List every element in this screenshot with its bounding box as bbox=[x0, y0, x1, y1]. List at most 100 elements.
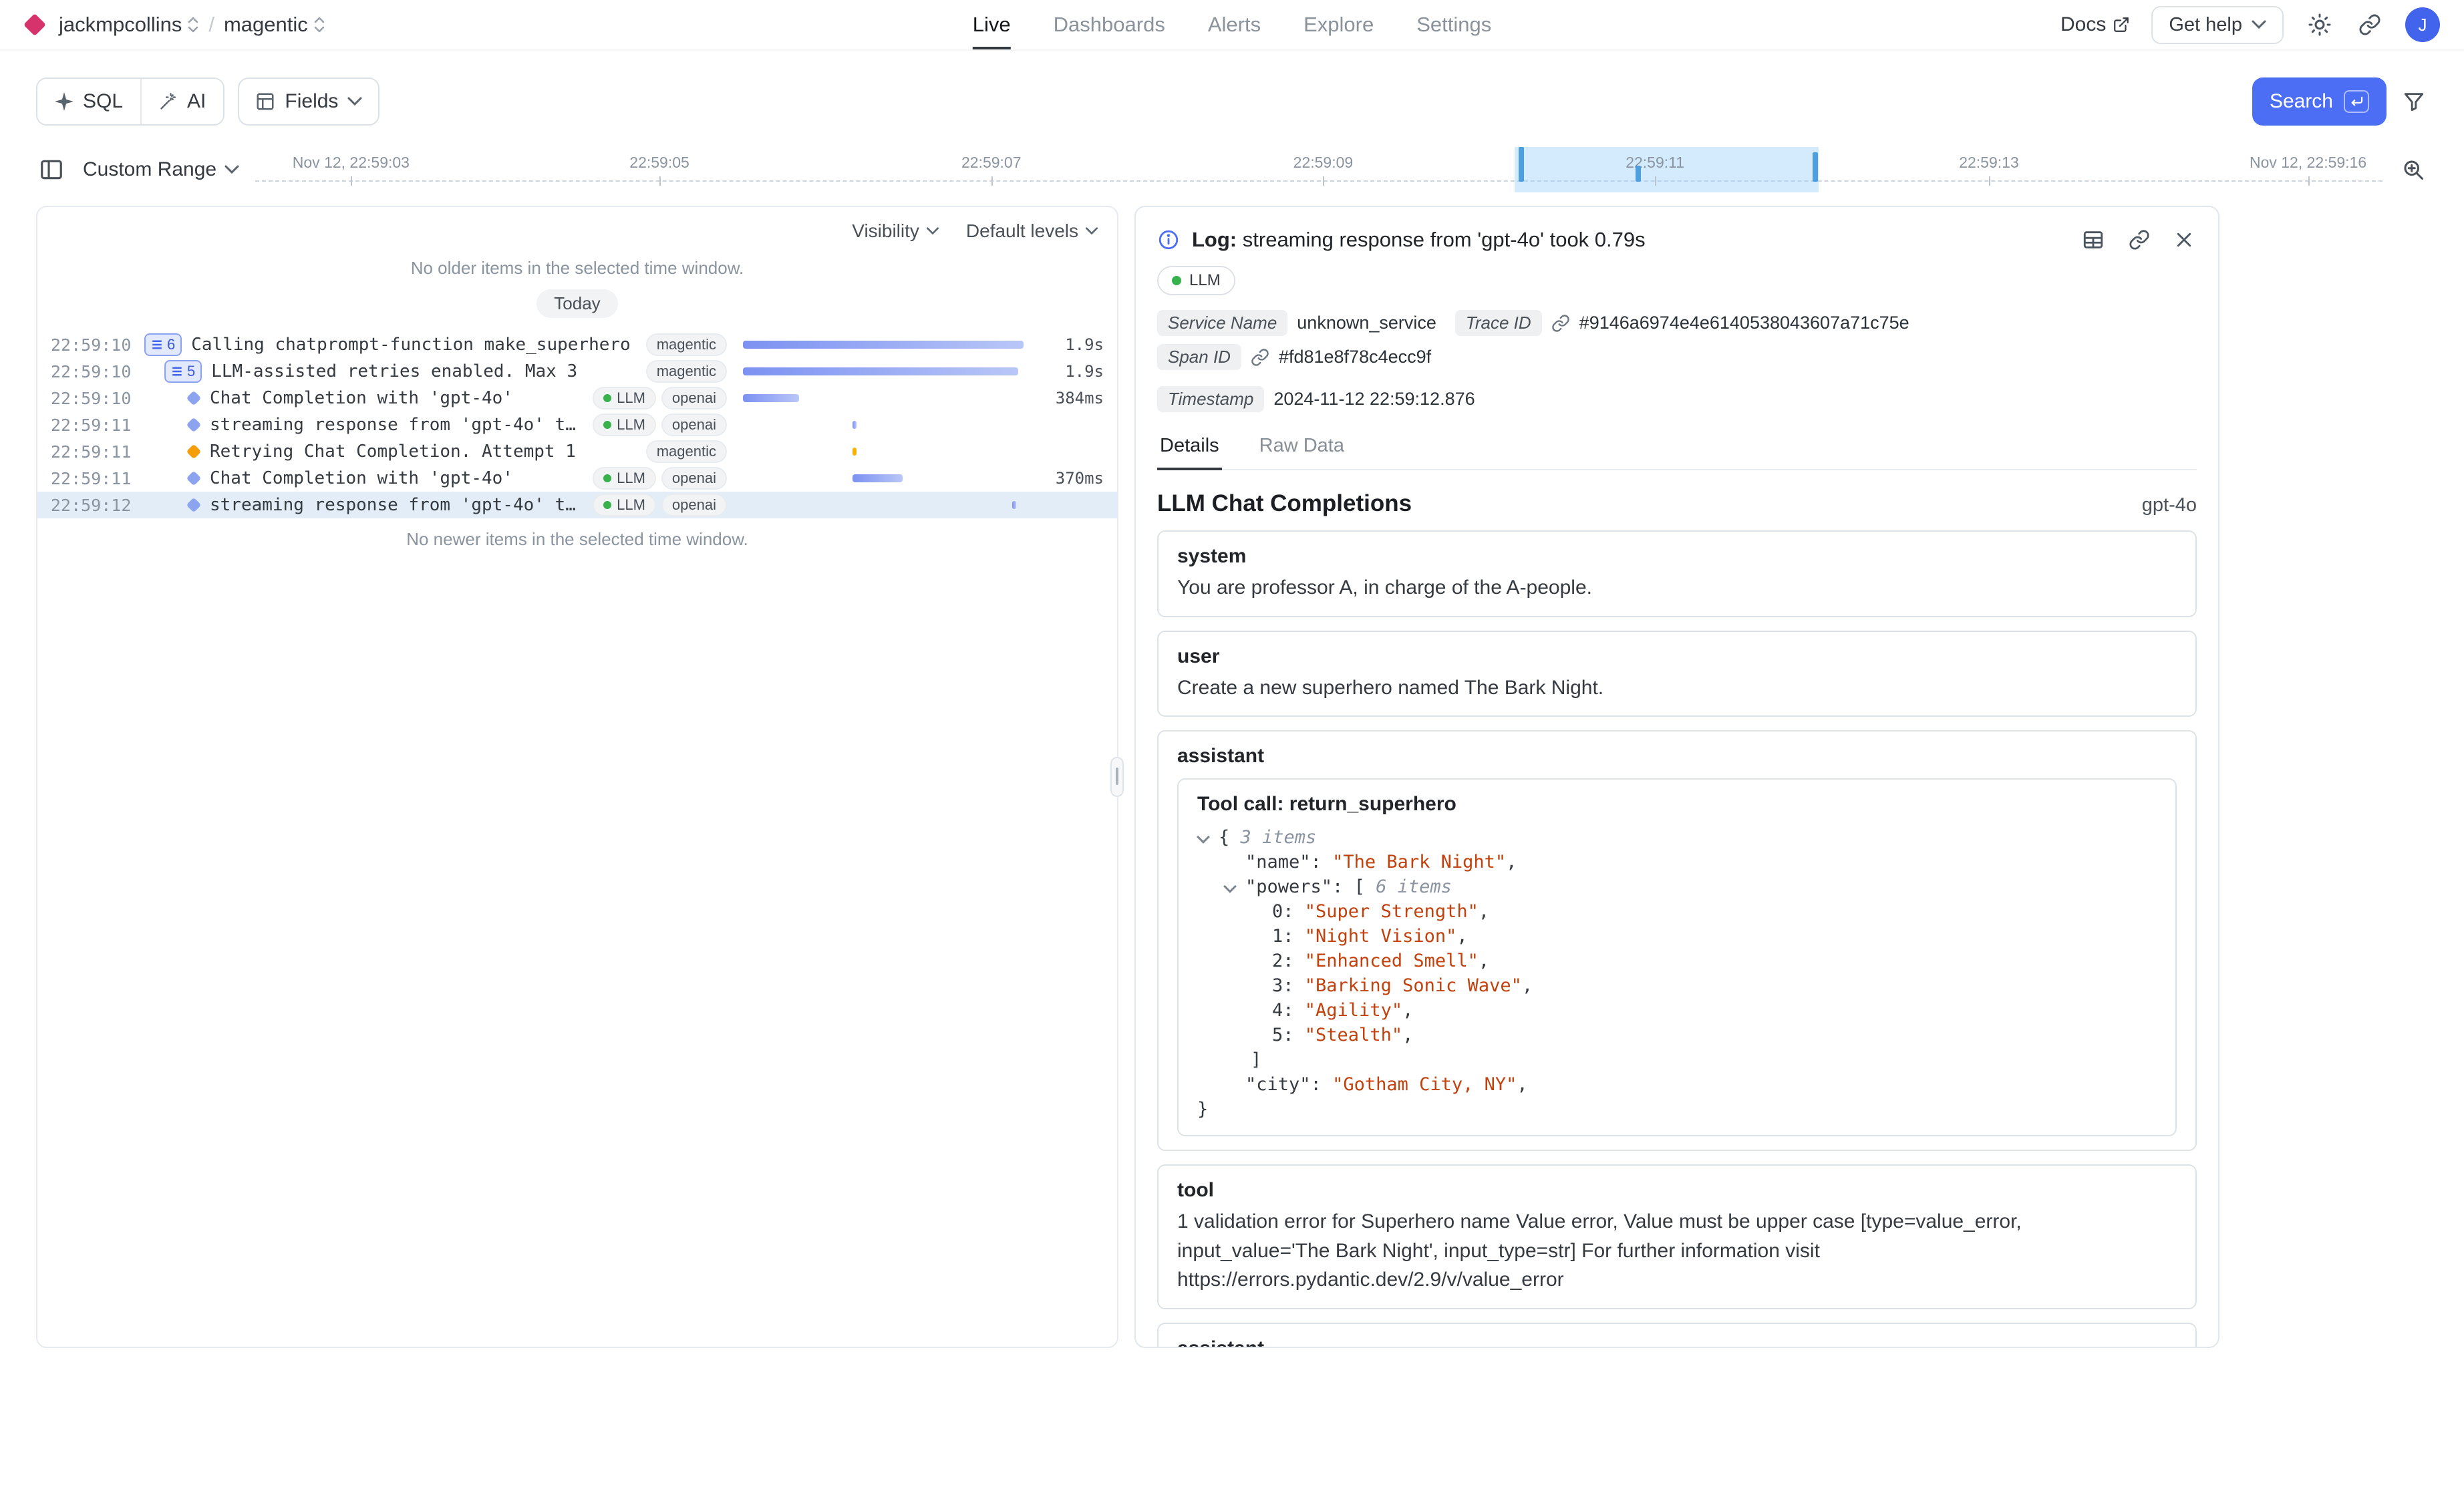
sort-updown-icon bbox=[313, 15, 325, 34]
log-row[interactable]: 22:59:106Calling chatprompt-function mak… bbox=[37, 331, 1117, 358]
log-time: 22:59:12 bbox=[51, 496, 134, 515]
org-switcher[interactable]: jackmpcollins bbox=[59, 13, 199, 37]
tag-openai: openai bbox=[661, 387, 727, 409]
message-role: assistant bbox=[1177, 1337, 2177, 1349]
tab-live[interactable]: Live bbox=[973, 0, 1011, 49]
sql-button[interactable]: SQL bbox=[37, 79, 140, 124]
collapse-caret-icon[interactable] bbox=[1197, 830, 1210, 844]
log-row-main: 5LLM-assisted retries enabled. Max 3 bbox=[144, 360, 635, 383]
log-row[interactable]: 22:59:11Retrying Chat Completion. Attemp… bbox=[37, 438, 1117, 465]
table-view-button[interactable] bbox=[2079, 226, 2107, 254]
zoom-button[interactable] bbox=[2399, 155, 2428, 184]
panel-left-icon bbox=[39, 157, 64, 182]
log-row[interactable]: 22:59:11streaming response from 'gpt-4o'… bbox=[37, 411, 1117, 438]
span-duration: 1.9s bbox=[1034, 362, 1104, 381]
timeline-tick-label: 22:59:07 bbox=[961, 154, 1022, 172]
link-icon bbox=[1551, 314, 1570, 333]
detail-panel: Log: streaming response from 'gpt-4o' to… bbox=[1134, 206, 2219, 1348]
log-list-panel: Visibility Default levels No older items… bbox=[36, 206, 1118, 1348]
green-dot-icon bbox=[603, 394, 611, 402]
enter-key-icon bbox=[2344, 90, 2369, 113]
span-id-value[interactable]: #fd81e8f78c4ecc9f bbox=[1279, 347, 1431, 367]
fields-button[interactable]: Fields bbox=[238, 77, 379, 126]
fields-label: Fields bbox=[285, 90, 338, 113]
child-count-badge[interactable]: 6 bbox=[144, 333, 182, 356]
timeline-tickmark bbox=[1655, 176, 1656, 186]
trace-id-label: Trace ID bbox=[1455, 310, 1542, 336]
tag-llm: LLM bbox=[593, 413, 656, 436]
close-button[interactable] bbox=[2171, 226, 2197, 254]
tag-magentic: magentic bbox=[646, 440, 727, 463]
span-bar-area bbox=[743, 337, 1024, 353]
external-link-icon bbox=[2113, 16, 2130, 33]
nav-left: jackmpcollins / magentic bbox=[24, 13, 325, 37]
share-link-button[interactable] bbox=[2356, 11, 2384, 39]
log-tags: LLMopenai bbox=[593, 387, 732, 409]
collapse-panel-button[interactable] bbox=[36, 154, 67, 185]
project-switcher[interactable]: magentic bbox=[224, 13, 325, 37]
tab-explore[interactable]: Explore bbox=[1303, 0, 1374, 49]
info-icon bbox=[1157, 228, 1180, 251]
trace-id-value[interactable]: #9146a6974e4e6140538043607a71c75e bbox=[1579, 313, 1909, 333]
tag-magentic: magentic bbox=[646, 333, 727, 356]
query-mode-group: SQL AI bbox=[36, 77, 224, 126]
theme-toggle-button[interactable] bbox=[2305, 10, 2334, 39]
log-row[interactable]: 22:59:10 Chat Completion with 'gpt-4o' LLM… bbox=[37, 385, 1117, 411]
get-help-button[interactable]: Get help bbox=[2151, 6, 2284, 44]
child-count-badge[interactable]: 5 bbox=[164, 360, 202, 383]
tab-raw-data[interactable]: Raw Data bbox=[1257, 430, 1347, 469]
tag-llm: LLM bbox=[593, 467, 656, 490]
search-input[interactable] bbox=[393, 77, 2239, 126]
date-chip-wrap: Today bbox=[37, 289, 1117, 318]
json-line: 3: "Barking Sonic Wave", bbox=[1197, 973, 2157, 998]
timestamp-label: Timestamp bbox=[1157, 386, 1264, 412]
span-bar bbox=[1012, 501, 1016, 509]
filter-button[interactable] bbox=[2400, 88, 2428, 116]
visibility-dropdown[interactable]: Visibility bbox=[852, 220, 939, 242]
timeline-tickmark bbox=[659, 176, 661, 186]
nav-tabs: Live Dashboards Alerts Explore Settings bbox=[973, 0, 1491, 49]
collapse-caret-icon[interactable] bbox=[1223, 880, 1237, 893]
message-card-tool: tool1 validation error for Superhero nam… bbox=[1157, 1164, 2197, 1309]
log-row[interactable]: 22:59:11Chat Completion with 'gpt-4o'LLM… bbox=[37, 465, 1117, 492]
log-row-main: streaming response from 'gpt-4o' took 0.… bbox=[144, 495, 582, 515]
tab-dashboards[interactable]: Dashboards bbox=[1054, 0, 1165, 49]
log-row-main: Retrying Chat Completion. Attempt 1 bbox=[144, 442, 635, 462]
docs-link[interactable]: Docs bbox=[2060, 13, 2130, 36]
nav-right: Docs Get help J bbox=[2060, 6, 2440, 44]
panel-resize-handle[interactable] bbox=[1110, 757, 1124, 797]
log-tags: magentic bbox=[646, 333, 732, 356]
message-role: tool bbox=[1177, 1179, 2177, 1202]
json-line: 2: "Enhanced Smell", bbox=[1197, 949, 2157, 973]
org-name: jackmpcollins bbox=[59, 13, 182, 37]
tab-settings[interactable]: Settings bbox=[1416, 0, 1491, 49]
custom-range-button[interactable]: Custom Range bbox=[83, 158, 239, 181]
project-name: magentic bbox=[224, 13, 308, 37]
levels-dropdown[interactable]: Default levels bbox=[966, 220, 1098, 242]
timeline[interactable]: Nov 12, 22:59:0322:59:0522:59:0722:59:09… bbox=[255, 147, 2382, 192]
link-icon bbox=[2358, 13, 2381, 36]
json-line: "city": "Gotham City, NY", bbox=[1197, 1072, 2157, 1097]
avatar[interactable]: J bbox=[2405, 7, 2440, 42]
no-older-notice: No older items in the selected time wind… bbox=[37, 258, 1117, 279]
log-row[interactable]: 22:59:12 streaming response from 'gpt-4o'… bbox=[37, 492, 1117, 518]
log-message: Chat Completion with 'gpt-4o' bbox=[210, 388, 513, 408]
message-card-system: systemYou are professor A, in charge of … bbox=[1157, 530, 2197, 617]
log-message: streaming response from 'gpt-4o' took 0.… bbox=[210, 495, 582, 515]
span-bar bbox=[853, 474, 903, 482]
log-time: 22:59:11 bbox=[51, 416, 134, 435]
timeline-tick-label: 22:59:13 bbox=[1959, 154, 2019, 172]
tab-details[interactable]: Details bbox=[1157, 430, 1222, 469]
log-rows: 22:59:106Calling chatprompt-function mak… bbox=[37, 331, 1117, 518]
level-badge: LLM bbox=[1157, 266, 1235, 295]
log-row[interactable]: 22:59:105LLM-assisted retries enabled. M… bbox=[37, 358, 1117, 385]
copy-link-button[interactable] bbox=[2126, 226, 2153, 254]
json-line: } bbox=[1197, 1097, 2157, 1122]
tab-alerts[interactable]: Alerts bbox=[1208, 0, 1261, 49]
detail-title-text: streaming response from 'gpt-4o' took 0.… bbox=[1243, 228, 1646, 251]
json-line: 4: "Agility", bbox=[1197, 998, 2157, 1023]
search-button[interactable]: Search bbox=[2252, 77, 2386, 126]
log-time: 22:59:10 bbox=[51, 389, 134, 408]
timeline-row: Custom Range Nov 12, 22:59:0322:59:0522:… bbox=[36, 147, 2428, 192]
ai-button[interactable]: AI bbox=[142, 79, 223, 124]
